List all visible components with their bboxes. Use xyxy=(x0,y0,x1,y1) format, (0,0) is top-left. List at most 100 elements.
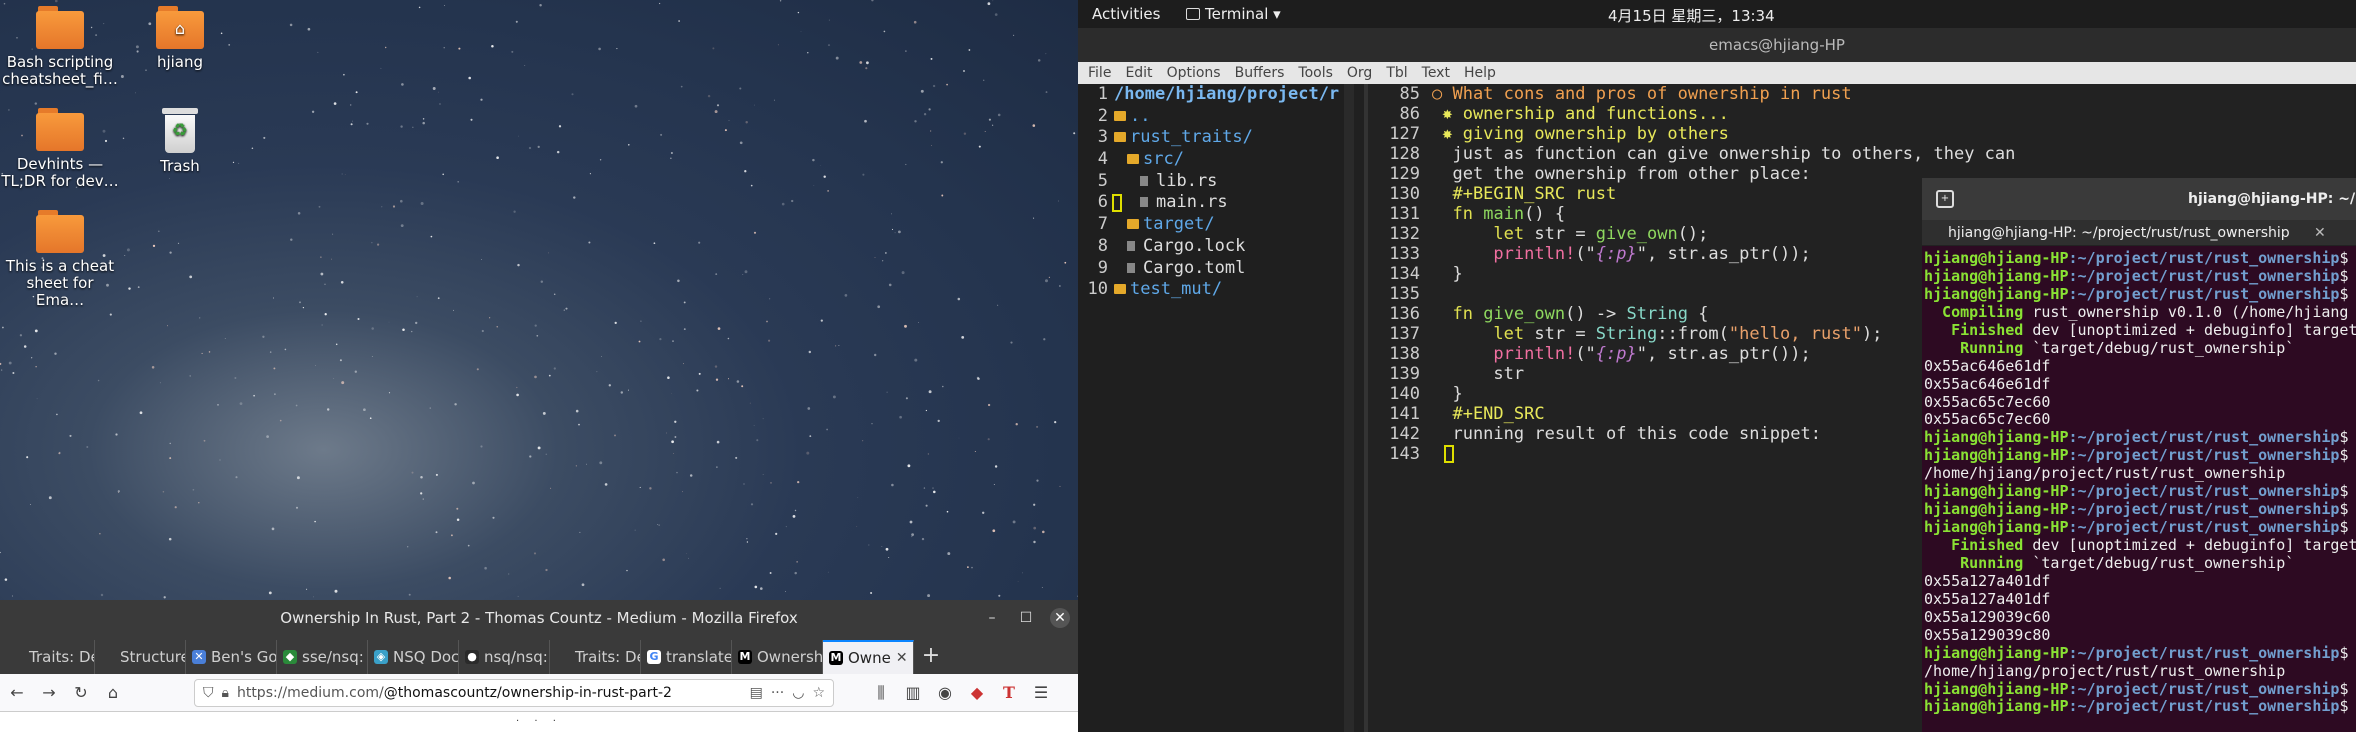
prompt-path: :~/project/rust/rust_ownership xyxy=(2068,250,2340,267)
output-text: 0x55ac65c7ec60 xyxy=(1924,393,2051,411)
desktop-icon-devhints[interactable]: Devhints — TL;DR for dev… xyxy=(0,108,120,190)
desktop-icon-emacs-cheatsheet[interactable]: This is a cheat sheet for Ema… xyxy=(0,210,120,309)
shield-icon[interactable]: ⛉ xyxy=(203,685,214,701)
browser-tab[interactable]: M Ownersh xyxy=(732,640,823,674)
tree-entry-label: .. xyxy=(1130,105,1151,126)
more-actions-icon[interactable]: ··· xyxy=(771,685,784,701)
desktop-icon-bash-cheatsheet[interactable]: Bash scripting cheatsheet_fi… xyxy=(0,6,120,88)
emacs-titlebar[interactable]: emacs@hjiang-HP xyxy=(1078,28,2356,62)
line-number: 86 xyxy=(1399,104,1420,124)
terminal-line: hjiang@hjiang-HP:~/project/rust/rust_own… xyxy=(1924,250,2356,268)
activities-button[interactable]: Activities xyxy=(1092,5,1160,23)
desktop-icon-trash[interactable]: ♻ Trash xyxy=(120,108,240,175)
new-tab-button[interactable]: + xyxy=(914,640,948,674)
tree-row[interactable]: 10 test_mut/ xyxy=(1078,279,1344,301)
terminal-title: hjiang@hjiang-HP: ~/pro xyxy=(2188,191,2356,207)
line-number: 130 xyxy=(1389,184,1420,204)
tree-row[interactable]: 1/home/hjiang/project/r xyxy=(1078,84,1344,106)
sidebar-icon[interactable]: ▥ xyxy=(902,682,924,704)
url-bar[interactable]: ⛉ 🔒︎ https://medium.com/@thomascountz/ow… xyxy=(194,678,834,707)
menu-item-tools[interactable]: Tools xyxy=(1298,62,1333,84)
menu-item-buffers[interactable]: Buffers xyxy=(1235,62,1285,84)
menu-item-org[interactable]: Org xyxy=(1347,62,1372,84)
minimize-button[interactable]: – xyxy=(982,608,1002,628)
tab-strip: Traits: De Structure ✕ Ben's Go ◆ sse/nsq: ◈ NS… xyxy=(0,636,1078,674)
line-number: 127 xyxy=(1389,124,1420,144)
reload-icon[interactable]: ↻ xyxy=(70,682,92,704)
code-text: } xyxy=(1432,264,1463,284)
close-button[interactable]: ✕ xyxy=(1050,608,1070,628)
file-tree-pane[interactable]: 1/home/hjiang/project/r 2.. 3 rust_traits/4… xyxy=(1078,84,1354,732)
browser-tab[interactable]: ● nsq/nsq: xyxy=(459,640,550,674)
menu-item-text[interactable]: Text xyxy=(1422,62,1450,84)
maximize-button[interactable]: ☐ xyxy=(1016,608,1036,628)
extension-icon[interactable]: ◆ xyxy=(966,682,988,704)
account-icon[interactable]: ◉ xyxy=(934,682,956,704)
tree-row[interactable]: 4 src/ xyxy=(1078,149,1344,171)
firefox-titlebar[interactable]: Ownership In Rust, Part 2 - Thomas Count… xyxy=(0,600,1078,636)
output-text: 0x55a127a401df xyxy=(1924,572,2051,590)
browser-tab[interactable]: M Owne ✕ xyxy=(823,640,914,674)
new-tab-icon[interactable]: + xyxy=(1936,190,1954,208)
folder-icon xyxy=(1127,154,1139,165)
folder-icon xyxy=(36,108,84,152)
output-text: 0x55a129039c80 xyxy=(1924,626,2051,644)
app-menu[interactable]: Terminal ▾ xyxy=(1186,5,1281,23)
menu-item-edit[interactable]: Edit xyxy=(1125,62,1152,84)
tree-row[interactable]: 9 Cargo.toml xyxy=(1078,258,1344,280)
line-number: 137 xyxy=(1389,324,1420,344)
menu-item-file[interactable]: File xyxy=(1088,62,1111,84)
bookmark-star-icon[interactable]: ☆ xyxy=(812,685,825,701)
cargo-message: dev [unoptimized + debuginfo] target xyxy=(2023,321,2356,339)
browser-tab-label: sse/nsq: xyxy=(302,648,364,666)
reader-view-icon[interactable]: ▤ xyxy=(750,685,763,701)
tree-row[interactable]: 7 target/ xyxy=(1078,214,1344,236)
code-text: fn main() { xyxy=(1452,204,1566,224)
browser-tab[interactable]: Traits: De xyxy=(4,640,95,674)
prompt-user: hjiang@hjiang-HP xyxy=(1924,250,2069,267)
terminal-tab[interactable]: hjiang@hjiang-HP: ~/project/rust/rust_ow… xyxy=(1922,220,2356,246)
line-number: 2 xyxy=(1097,105,1108,126)
close-tab-icon[interactable]: ✕ xyxy=(2314,220,2326,246)
tree-row[interactable]: 2.. xyxy=(1078,106,1344,128)
lock-icon[interactable]: 🔒︎ xyxy=(222,685,229,701)
tree-row[interactable]: 3 rust_traits/ xyxy=(1078,127,1344,149)
browser-tab[interactable]: Gtranslate xyxy=(641,640,732,674)
desktop-background: Bash scripting cheatsheet_fi… ⌂ hjiang D… xyxy=(0,0,1078,600)
home-icon[interactable]: ⌂ xyxy=(102,682,124,704)
browser-tab[interactable]: ◈ NSQ Doc xyxy=(368,640,459,674)
menu-item-options[interactable]: Options xyxy=(1167,62,1221,84)
tree-row[interactable]: 6 main.rs xyxy=(1078,192,1344,214)
prompt-path: :~/project/rust/rust_ownership xyxy=(2068,501,2340,519)
browser-tab[interactable]: Structure xyxy=(95,640,186,674)
tree-row[interactable]: 8 Cargo.lock xyxy=(1078,236,1344,258)
font-extension-icon[interactable]: T xyxy=(998,682,1020,704)
desktop-icon-label: Bash scripting cheatsheet_fi… xyxy=(2,53,118,88)
pocket-icon[interactable]: ◡ xyxy=(792,685,804,701)
code-text: get the ownership from other place: xyxy=(1432,164,1811,184)
prompt-symbol: $ xyxy=(2339,267,2349,285)
library-icon[interactable]: ⫼ xyxy=(870,682,892,704)
menu-item-tbl[interactable]: Tbl xyxy=(1386,62,1407,84)
prompt-path: :~/project/rust/rust_ownership xyxy=(2068,680,2340,698)
terminal-line: Finished dev [unoptimized + debuginfo] t… xyxy=(1924,537,2356,555)
terminal-icon xyxy=(1186,8,1200,20)
terminal-window: + hjiang@hjiang-HP: ~/pro hjiang@hjiang-… xyxy=(1922,178,2356,732)
terminal-titlebar[interactable]: + hjiang@hjiang-HP: ~/pro xyxy=(1922,178,2356,220)
close-tab-icon[interactable]: ✕ xyxy=(896,650,908,666)
menu-item-help[interactable]: Help xyxy=(1464,62,1496,84)
browser-tab[interactable]: ◆ sse/nsq: xyxy=(277,640,368,674)
prompt-symbol: $ xyxy=(2339,483,2349,501)
terminal-output[interactable]: hjiang@hjiang-HP:~/project/rust/rust_own… xyxy=(1922,246,2356,716)
clock[interactable]: 4月15日 星期三，13:34 xyxy=(1608,5,1775,26)
favicon-icon xyxy=(101,650,115,664)
terminal-tab-label: hjiang@hjiang-HP: ~/project/rust/rust_ow… xyxy=(1948,225,2290,241)
line-number: 135 xyxy=(1389,284,1420,304)
browser-tab[interactable]: Traits: De xyxy=(550,640,641,674)
desktop-icon-home[interactable]: ⌂ hjiang xyxy=(120,6,240,71)
menu-icon[interactable]: ☰ xyxy=(1030,682,1052,704)
forward-icon[interactable]: → xyxy=(38,682,60,704)
browser-tab[interactable]: ✕ Ben's Go xyxy=(186,640,277,674)
back-icon[interactable]: ← xyxy=(6,682,28,704)
tree-row[interactable]: 5 lib.rs xyxy=(1078,171,1344,193)
